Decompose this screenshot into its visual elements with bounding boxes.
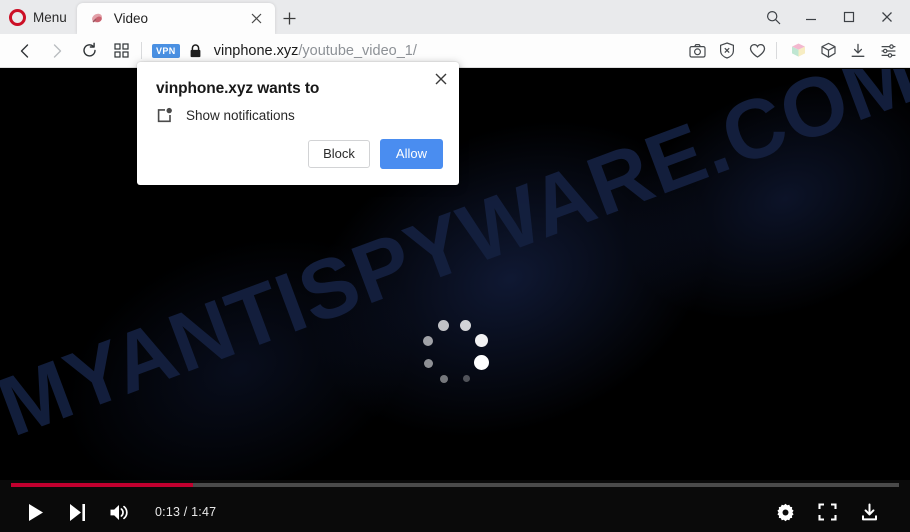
spinner-dot	[475, 334, 489, 348]
tiles-icon[interactable]	[105, 36, 137, 66]
spinner-dot	[462, 375, 470, 383]
heart-icon[interactable]	[742, 36, 772, 66]
search-icon[interactable]	[754, 2, 792, 32]
lock-icon[interactable]	[189, 43, 202, 58]
fullscreen-button[interactable]	[806, 497, 848, 527]
block-button[interactable]: Block	[308, 140, 370, 168]
opera-logo-icon	[9, 8, 26, 26]
tab-title: Video	[113, 11, 149, 26]
downloads-icon[interactable]	[843, 36, 873, 66]
settings-button[interactable]	[764, 497, 806, 527]
download-button[interactable]	[848, 497, 890, 527]
video-player-controls: 0:13 / 1:47	[0, 480, 910, 532]
dialog-permission-label: Show notifications	[186, 107, 295, 123]
dialog-close-icon[interactable]	[429, 67, 453, 91]
timecode-label: 0:13 / 1:47	[155, 505, 217, 519]
back-icon[interactable]	[9, 36, 41, 66]
workspaces-cube-icon[interactable]	[783, 36, 813, 66]
dialog-buttons: Block Allow	[308, 139, 443, 169]
snapshot-icon[interactable]	[682, 36, 712, 66]
close-icon[interactable]	[868, 2, 906, 32]
spinner-dot	[460, 319, 472, 331]
spinner-dot	[423, 358, 433, 368]
allow-button[interactable]: Allow	[379, 139, 443, 169]
browser-window: Menu Video VPN vinphone.xyz /youtube_vid…	[0, 0, 910, 532]
tab-bar: Menu Video	[0, 0, 910, 34]
window-controls	[754, 0, 910, 34]
maximize-icon[interactable]	[830, 2, 868, 32]
url-path: /youtube_video_1/	[298, 42, 417, 59]
url-host: vinphone.xyz	[213, 42, 299, 59]
spinner-dot	[423, 336, 434, 347]
progress-bar-fill	[11, 483, 194, 487]
cube-outline-icon[interactable]	[813, 36, 843, 66]
minimize-icon[interactable]	[792, 2, 830, 32]
toolbar-divider-2	[776, 42, 777, 59]
notification-bell-icon	[156, 106, 174, 124]
vpn-badge[interactable]: VPN	[152, 43, 180, 58]
tab-close-icon[interactable]	[247, 9, 267, 29]
dialog-title: vinphone.xyz wants to	[156, 80, 320, 97]
volume-button[interactable]	[99, 497, 141, 527]
player-button-row: 0:13 / 1:47	[0, 494, 910, 530]
reload-icon[interactable]	[73, 36, 105, 66]
tab-favicon-icon	[90, 11, 105, 26]
toolbar-divider	[141, 42, 142, 59]
spinner-dot	[438, 319, 450, 331]
menu-label: Menu	[33, 9, 67, 25]
dialog-permission-row: Show notifications	[156, 106, 295, 124]
address-bar[interactable]: vinphone.xyz/youtube_video_1/	[214, 36, 682, 66]
easy-setup-icon[interactable]	[873, 36, 903, 66]
play-button[interactable]	[15, 497, 57, 527]
spinner-dot	[440, 374, 449, 383]
player-right-controls	[764, 497, 910, 527]
loading-spinner	[419, 316, 491, 388]
opera-menu-button[interactable]: Menu	[0, 0, 77, 34]
progress-bar-track[interactable]	[11, 483, 899, 487]
spinner-dot	[474, 355, 490, 371]
new-tab-button[interactable]	[275, 3, 305, 34]
notification-permission-dialog: vinphone.xyz wants to Show notifications…	[137, 62, 459, 185]
next-button[interactable]	[57, 497, 99, 527]
tab-video[interactable]: Video	[76, 3, 275, 34]
forward-icon	[41, 36, 73, 66]
toolbar-right-icons	[682, 36, 910, 66]
adblock-shield-icon[interactable]	[712, 36, 742, 66]
